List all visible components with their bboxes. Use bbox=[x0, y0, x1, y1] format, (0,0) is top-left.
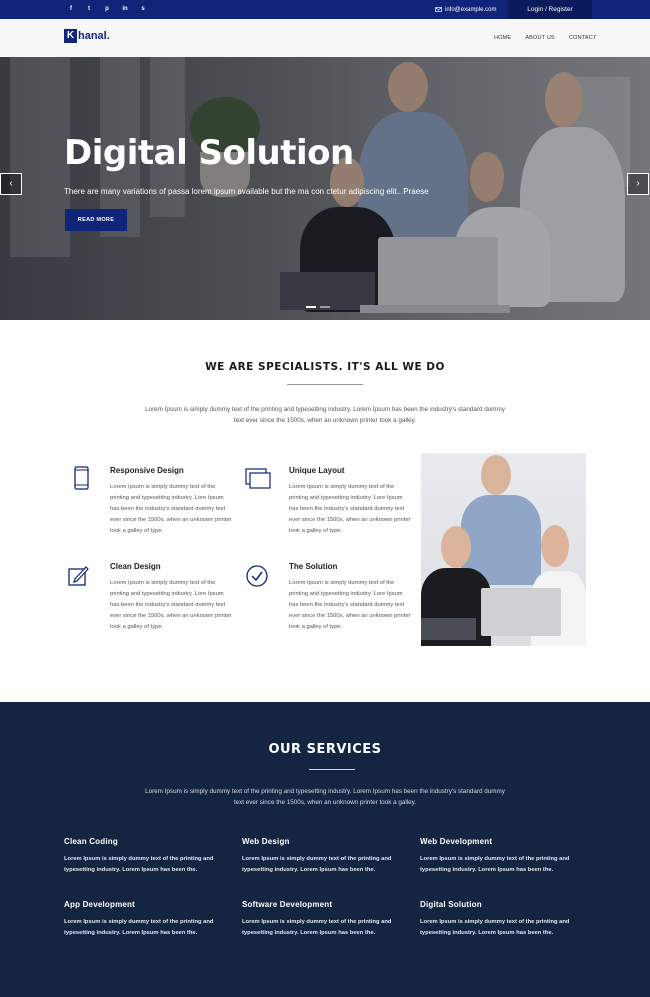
slider-dot[interactable] bbox=[320, 306, 330, 308]
service-title: Software Development bbox=[242, 900, 333, 909]
slider-pagination bbox=[306, 306, 330, 308]
slider-next-button[interactable]: › bbox=[627, 173, 649, 195]
feature-text: Lorem Ipsum is simply dummy text of the … bbox=[289, 580, 411, 630]
feature-text: Lorem Ipsum is simply dummy text of the … bbox=[110, 580, 232, 630]
nav-item-about[interactable]: ABOUT US bbox=[525, 35, 555, 41]
specialists-title: WE ARE SPECIALISTS. IT'S ALL WE DO bbox=[205, 361, 445, 373]
site-logo[interactable]: K hanal. bbox=[64, 28, 110, 44]
slider-dot[interactable] bbox=[306, 306, 316, 308]
service-text: Lorem Ipsum is simply dummy text of the … bbox=[64, 856, 214, 873]
hero-title: Digital Solution bbox=[64, 133, 354, 173]
mobile-icon bbox=[74, 466, 89, 490]
service-item: Web Design Lorem Ipsum is simply dummy t… bbox=[242, 837, 412, 876]
service-item: App Development Lorem Ipsum is simply du… bbox=[64, 900, 234, 939]
service-text: Lorem Ipsum is simply dummy text of the … bbox=[420, 856, 570, 873]
skype-icon[interactable]: s bbox=[134, 0, 152, 19]
nav-item-home[interactable]: HOME bbox=[494, 35, 511, 41]
service-title: Web Design bbox=[242, 837, 290, 846]
edit-icon bbox=[68, 566, 89, 586]
specialists-description: Lorem Ipsum is simply dummy text of the … bbox=[145, 406, 505, 424]
service-title: App Development bbox=[64, 900, 136, 909]
service-title: Digital Solution bbox=[420, 900, 482, 909]
linkedin-icon[interactable]: in bbox=[116, 0, 134, 19]
envelope-icon bbox=[435, 7, 442, 12]
service-text: Lorem Ipsum is simply dummy text of the … bbox=[64, 919, 214, 936]
service-text: Lorem Ipsum is simply dummy text of the … bbox=[242, 919, 392, 936]
hero-slider: Digital Solution There are many variatio… bbox=[0, 57, 650, 320]
services-title: OUR SERVICES bbox=[268, 742, 382, 757]
nav-item-contact[interactable]: CONTACT bbox=[569, 35, 597, 41]
nav-menu: HOME ABOUT US CONTACT bbox=[494, 19, 611, 57]
slider-prev-button[interactable]: ‹ bbox=[0, 173, 22, 195]
facebook-icon[interactable]: f bbox=[62, 0, 80, 19]
service-title: Web Development bbox=[420, 837, 493, 846]
services-description: Lorem Ipsum is simply dummy text of the … bbox=[145, 788, 505, 806]
feature-title: Responsive Design bbox=[110, 466, 184, 475]
team-photo bbox=[421, 453, 586, 646]
email-text: info@example.com bbox=[445, 6, 497, 13]
feature-text: Lorem Ipsum is simply dummy text of the … bbox=[289, 484, 411, 534]
services-section: OUR SERVICES Lorem Ipsum is simply dummy… bbox=[0, 702, 650, 997]
logo-mark: K bbox=[64, 29, 77, 43]
twitter-icon[interactable]: t bbox=[80, 0, 98, 19]
service-title: Clean Coding bbox=[64, 837, 118, 846]
feature-text: Lorem Ipsum is simply dummy text of the … bbox=[110, 484, 232, 534]
email-link[interactable]: info@example.com bbox=[435, 0, 496, 19]
top-bar: f t p in s info@example.com Login / Regi… bbox=[0, 0, 650, 19]
read-more-button[interactable]: READ MORE bbox=[65, 209, 127, 231]
hero-subtitle: There are many variations of passa lorem… bbox=[64, 187, 429, 196]
feature-title: Unique Layout bbox=[289, 466, 345, 475]
feature-title: Clean Design bbox=[110, 562, 161, 571]
layers-icon bbox=[245, 468, 271, 489]
service-text: Lorem Ipsum is simply dummy text of the … bbox=[420, 919, 570, 936]
logo-text: hanal. bbox=[78, 30, 110, 42]
social-links: f t p in s bbox=[62, 0, 152, 19]
title-divider bbox=[309, 769, 355, 770]
pinterest-icon[interactable]: p bbox=[98, 0, 116, 19]
service-text: Lorem Ipsum is simply dummy text of the … bbox=[242, 856, 392, 873]
service-item: Web Development Lorem Ipsum is simply du… bbox=[420, 837, 590, 876]
service-item: Software Development Lorem Ipsum is simp… bbox=[242, 900, 412, 939]
check-circle-icon bbox=[246, 565, 268, 587]
title-divider bbox=[287, 384, 363, 385]
feature-title: The Solution bbox=[289, 562, 338, 571]
login-register-button[interactable]: Login / Register bbox=[508, 0, 592, 19]
service-item: Digital Solution Lorem Ipsum is simply d… bbox=[420, 900, 590, 939]
main-navbar: K hanal. HOME ABOUT US CONTACT bbox=[0, 19, 650, 57]
service-item: Clean Coding Lorem Ipsum is simply dummy… bbox=[64, 837, 234, 876]
